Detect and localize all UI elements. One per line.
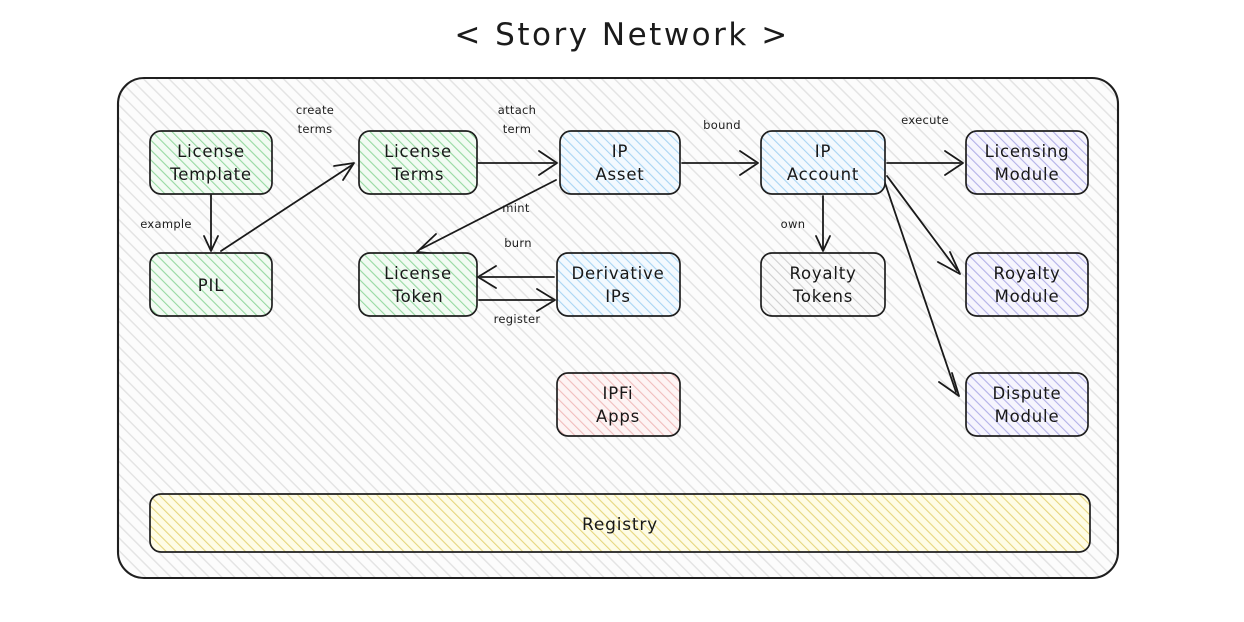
node-derivative-ips[interactable]: Derivative IPs [556, 252, 681, 317]
node-pil[interactable]: PIL [149, 252, 273, 317]
node-ip-account-line1: IP [815, 142, 831, 161]
node-license-token-line1: License [384, 264, 452, 283]
node-license-template-box[interactable] [149, 130, 273, 195]
node-royalty-module-line1: Royalty [993, 264, 1060, 283]
edge-label-bound: bound [703, 118, 741, 132]
edge-label-example: example [140, 217, 192, 231]
node-ip-asset-box[interactable] [559, 130, 681, 195]
node-ipfi-apps-box[interactable] [556, 372, 681, 437]
node-ipfi-apps-line1: IPFi [603, 384, 634, 403]
edge-label-register: register [494, 312, 541, 326]
node-derivative-ips-line2: IPs [605, 287, 631, 306]
node-derivative-ips-box[interactable] [556, 252, 681, 317]
node-license-template-line2: Template [169, 165, 252, 184]
node-license-terms-box[interactable] [358, 130, 478, 195]
edge-label-burn: burn [504, 236, 532, 250]
node-ip-asset-line2: Asset [595, 165, 644, 184]
node-licensing-module-line1: Licensing [985, 142, 1070, 161]
node-license-template-line1: License [177, 142, 245, 161]
node-royalty-tokens[interactable]: Royalty Tokens [760, 252, 886, 317]
node-dispute-module-line2: Module [995, 407, 1060, 426]
node-ipfi-apps-line2: Apps [596, 407, 640, 426]
edge-label-create: create [296, 103, 334, 117]
node-pil-label: PIL [198, 276, 224, 295]
node-royalty-tokens-box[interactable] [760, 252, 886, 317]
node-licensing-module-box[interactable] [965, 130, 1089, 195]
node-ipfi-apps[interactable]: IPFi Apps [556, 372, 681, 437]
edge-label-terms: terms [298, 122, 333, 136]
edge-label-mint: mint [502, 201, 530, 215]
node-license-token[interactable]: License Token [358, 252, 478, 317]
node-royalty-module-line2: Module [995, 287, 1060, 306]
node-license-terms-line1: License [384, 142, 452, 161]
node-license-terms-line2: Terms [391, 165, 445, 184]
page-title: < Story Network > [454, 17, 789, 53]
node-license-terms[interactable]: License Terms [358, 130, 478, 195]
node-ip-account-box[interactable] [760, 130, 886, 195]
node-ip-asset-line1: IP [612, 142, 628, 161]
node-license-template[interactable]: License Template [149, 130, 273, 195]
node-royalty-tokens-line1: Royalty [789, 264, 856, 283]
node-dispute-module-line1: Dispute [992, 384, 1061, 403]
node-dispute-module[interactable]: Dispute Module [965, 372, 1089, 437]
node-royalty-module[interactable]: Royalty Module [965, 252, 1089, 317]
node-registry-label: Registry [582, 515, 658, 535]
node-ip-asset[interactable]: IP Asset [559, 130, 681, 195]
node-dispute-module-box[interactable] [965, 372, 1089, 437]
node-licensing-module-line2: Module [995, 165, 1060, 184]
edge-label-attach: attach [498, 103, 537, 117]
node-ip-account-line2: Account [787, 165, 859, 184]
node-licensing-module[interactable]: Licensing Module [965, 130, 1089, 195]
node-ip-account[interactable]: IP Account [760, 130, 886, 195]
edge-label-own: own [781, 217, 806, 231]
diagram-stage: < Story Network > create terms example a… [0, 0, 1244, 622]
node-license-token-box[interactable] [358, 252, 478, 317]
node-royalty-tokens-line2: Tokens [792, 287, 853, 306]
node-registry[interactable]: Registry [149, 493, 1091, 553]
edge-label-term: term [503, 122, 532, 136]
node-license-token-line2: Token [392, 287, 444, 306]
node-royalty-module-box[interactable] [965, 252, 1089, 317]
edge-label-execute: execute [901, 113, 949, 127]
story-network-diagram: < Story Network > create terms example a… [116, 17, 1120, 580]
node-derivative-ips-line1: Derivative [571, 264, 664, 283]
